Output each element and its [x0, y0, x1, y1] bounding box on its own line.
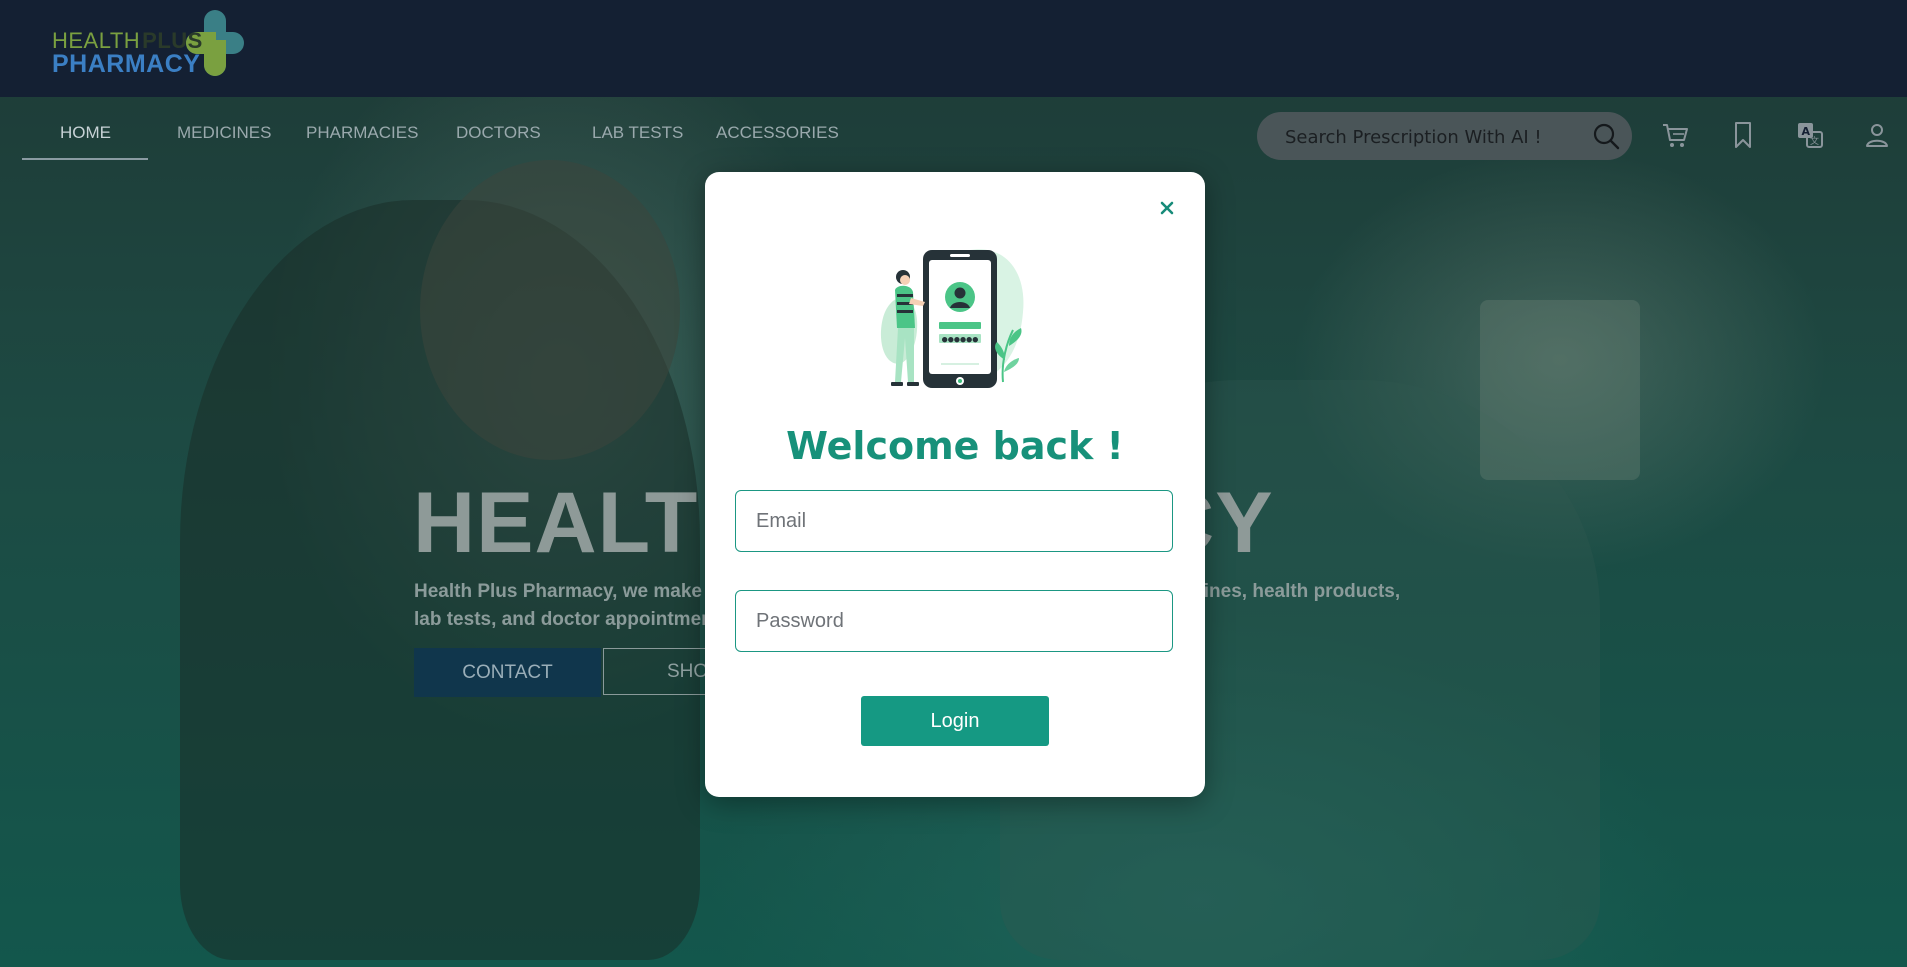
modal-overlay: ●●●●●● Welcome back ! Email Login — [0, 0, 1907, 967]
email-field[interactable] — [736, 491, 1172, 551]
password-field-wrapper — [735, 590, 1173, 652]
svg-text:●●●●●●: ●●●●●● — [942, 336, 979, 344]
login-button[interactable]: Login — [861, 696, 1049, 746]
welcome-title: Welcome back ! — [786, 424, 1124, 468]
login-illustration: ●●●●●● — [875, 242, 1035, 392]
password-field[interactable] — [736, 591, 1172, 651]
login-modal: ●●●●●● Welcome back ! Email Login — [705, 172, 1205, 797]
close-icon[interactable] — [1155, 196, 1179, 220]
email-field-wrapper — [735, 490, 1173, 552]
